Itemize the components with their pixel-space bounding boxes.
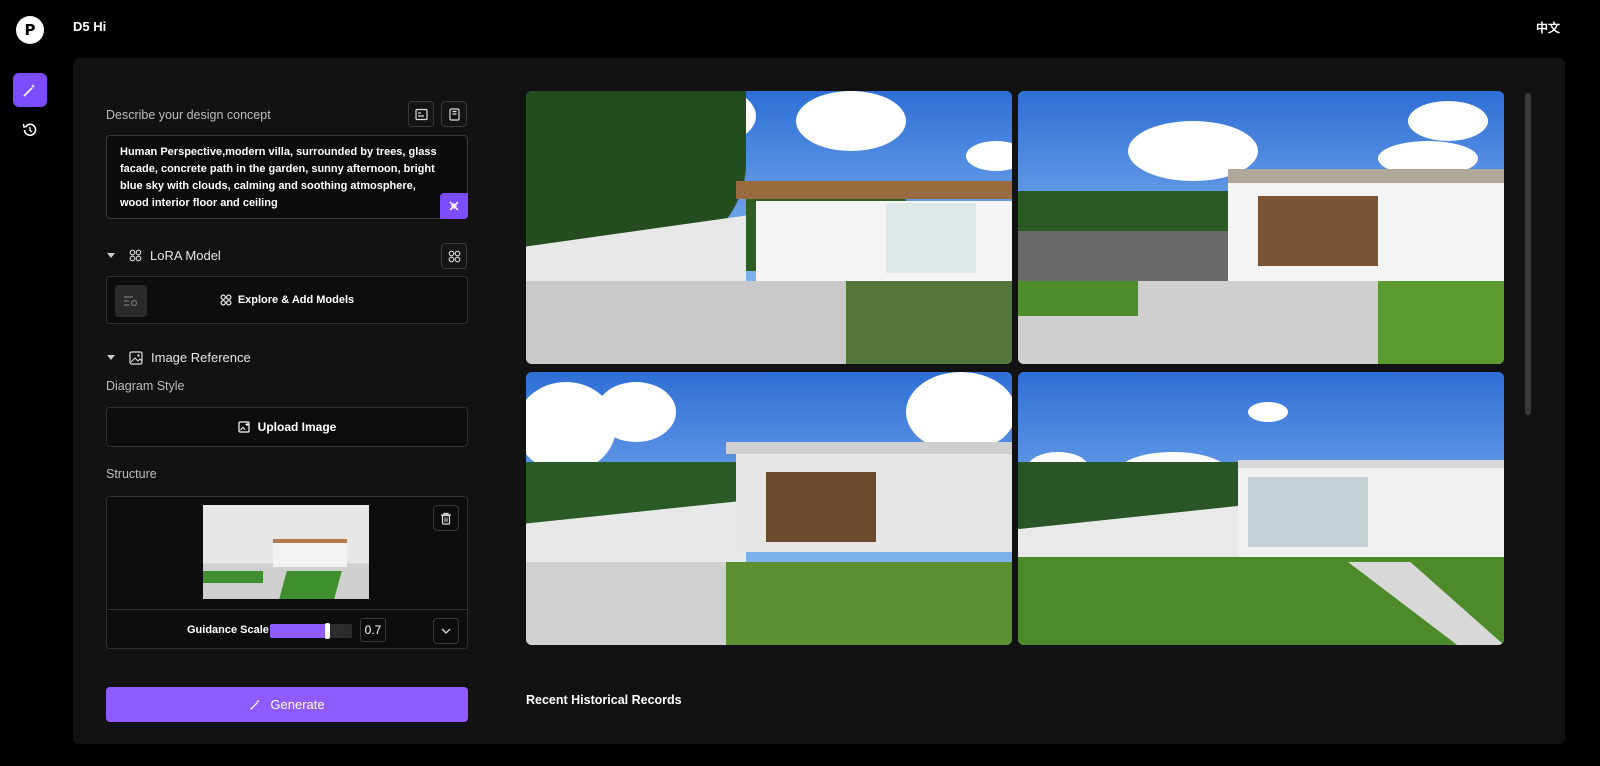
guidance-scale-label: Guidance Scale [187, 624, 269, 636]
generate-button[interactable]: Generate [106, 687, 468, 722]
result-image-1[interactable] [526, 91, 1012, 364]
prompt-text: Human Perspective,modern villa, surround… [120, 146, 437, 209]
structure-card: Guidance Scale 0.7 [106, 496, 468, 649]
results-scrollbar[interactable] [1525, 93, 1531, 415]
lora-label: LoRA Model [150, 248, 221, 263]
upload-image-button[interactable]: Upload Image [106, 407, 468, 447]
image-reference-section-header[interactable]: Image Reference [107, 350, 251, 365]
recent-records-title: Recent Historical Records [526, 693, 682, 707]
explore-models-label: Explore & Add Models [237, 294, 355, 306]
structure-label: Structure [106, 467, 157, 481]
lora-section-header[interactable]: LoRA Model [107, 248, 221, 263]
result-image-3[interactable] [526, 372, 1012, 645]
image-prompt-button[interactable] [408, 101, 434, 127]
guidance-slider[interactable] [270, 623, 352, 639]
rail-generate-button[interactable] [13, 73, 47, 107]
app-title: D5 Hi [73, 19, 107, 34]
grid-icon [448, 250, 460, 262]
prompt-library-button[interactable] [441, 101, 467, 127]
guidance-slider-fill [270, 624, 328, 638]
upload-image-label: Upload Image [257, 420, 337, 434]
history-icon [22, 123, 37, 137]
enhance-prompt-button[interactable] [440, 193, 468, 219]
result-image-2[interactable] [1018, 91, 1504, 364]
guidance-value-input[interactable]: 0.7 [360, 618, 386, 642]
guidance-slider-handle[interactable] [325, 623, 331, 639]
app-logo[interactable]: P [16, 16, 44, 44]
caret-down-icon [107, 253, 115, 258]
prompt-label: Describe your design concept [106, 108, 271, 122]
image-icon [129, 350, 143, 365]
generate-label: Generate [270, 697, 325, 712]
bookmark-icon [448, 107, 460, 121]
magic-wand-icon [250, 699, 261, 710]
image-icon [414, 108, 428, 120]
language-toggle[interactable]: 中文 [1536, 19, 1560, 36]
caret-down-icon [107, 355, 115, 360]
logo-letter: P [24, 21, 36, 39]
delete-structure-button[interactable] [433, 505, 459, 531]
prompt-textarea[interactable]: Human Perspective,modern villa, surround… [106, 135, 468, 219]
explore-models-button[interactable]: Explore & Add Models [106, 276, 468, 324]
result-image-4[interactable] [1018, 372, 1504, 645]
lora-placeholder-thumb [115, 285, 147, 317]
rail-history-button[interactable] [13, 113, 47, 147]
lora-grid-button[interactable] [441, 243, 467, 269]
expand-options-button[interactable] [433, 618, 459, 644]
magic-wand-icon [23, 84, 36, 97]
image-reference-label: Image Reference [151, 350, 251, 365]
chevron-down-icon [441, 628, 451, 634]
structure-thumbnail[interactable] [203, 505, 369, 599]
sparkle-icon [449, 201, 459, 211]
upload-image-icon [238, 421, 250, 433]
guidance-row: Guidance Scale 0.7 [107, 609, 467, 649]
diagram-style-label: Diagram Style [106, 379, 185, 393]
search-list-icon [124, 296, 138, 307]
grid-icon [220, 294, 232, 306]
grid-icon [129, 249, 142, 262]
trash-icon [441, 512, 451, 525]
